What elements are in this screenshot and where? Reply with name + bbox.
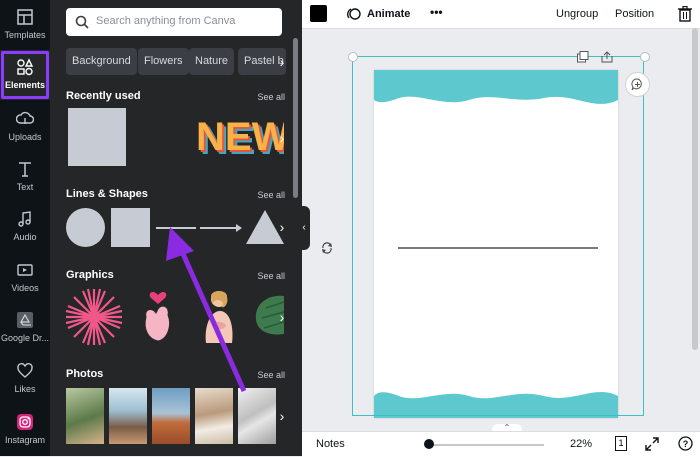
- section-title-lines-shapes: Lines & Shapes: [66, 188, 148, 200]
- sidebar-item-likes[interactable]: Likes: [0, 354, 50, 404]
- see-all-photos[interactable]: See all: [257, 370, 285, 380]
- elements-icon: [17, 58, 34, 76]
- search-placeholder: Search anything from Canva: [96, 15, 236, 27]
- chip-flowers[interactable]: Flowers: [138, 48, 189, 75]
- graphics-scroll-right-icon[interactable]: ›: [275, 303, 289, 331]
- canvas-scrollbar[interactable]: [692, 28, 698, 350]
- photos-scroll-right-icon[interactable]: ›: [275, 402, 289, 430]
- notes-button[interactable]: Notes: [316, 438, 345, 450]
- elements-panel: Search anything from Canva Background Fl…: [50, 0, 302, 456]
- sidebar-item-google-drive[interactable]: Google Dr...: [0, 303, 50, 353]
- collapse-panel-button[interactable]: ‹: [298, 206, 310, 250]
- animate-button[interactable]: Animate: [367, 8, 410, 20]
- instagram-icon: [17, 414, 33, 430]
- chips-scroll-right-icon[interactable]: ›: [275, 48, 289, 76]
- see-all-lines-shapes[interactable]: See all: [257, 190, 285, 200]
- sidebar-item-label: Videos: [11, 283, 39, 293]
- sidebar-item-label: Elements: [4, 80, 46, 90]
- sidebar-item-label: Audio: [13, 232, 37, 242]
- recent-scroll-right-icon[interactable]: ›: [275, 124, 289, 152]
- svg-text:NEW: NEW: [198, 115, 284, 159]
- square-shape[interactable]: [111, 208, 150, 247]
- sidebar-item-audio[interactable]: Audio: [0, 202, 50, 252]
- panel-scrollbar[interactable]: [293, 38, 298, 198]
- animate-icon: [347, 8, 361, 20]
- sidebar-item-label: Text: [16, 182, 34, 192]
- section-title-photos: Photos: [66, 368, 104, 380]
- search-input[interactable]: Search anything from Canva: [66, 8, 282, 36]
- photo-thumbnail[interactable]: [238, 388, 276, 444]
- sidebar-item-text[interactable]: Text: [0, 152, 50, 202]
- zoom-level[interactable]: 22%: [570, 438, 592, 450]
- heart-hand-graphic[interactable]: [138, 287, 178, 345]
- resize-handle[interactable]: [348, 52, 358, 62]
- new-text-graphic: NEW NEW NEW: [196, 115, 294, 163]
- line-shape[interactable]: [156, 227, 196, 229]
- templates-icon: [17, 9, 33, 25]
- see-all-graphics[interactable]: See all: [257, 271, 285, 281]
- sidebar-item-elements[interactable]: Elements: [0, 50, 50, 100]
- selection-frame: [352, 56, 644, 416]
- sidebar-item-videos[interactable]: Videos: [0, 253, 50, 303]
- sidebar-item-uploads[interactable]: Uploads: [0, 102, 50, 152]
- sidebar-item-label: Instagram: [4, 435, 46, 445]
- search-icon: [75, 15, 89, 29]
- left-rail: Templates Elements Uploads Text Audio Vi…: [0, 0, 50, 456]
- duplicate-icon[interactable]: [577, 51, 589, 63]
- google-drive-icon: [17, 312, 33, 328]
- zoom-slider-knob[interactable]: [424, 439, 434, 449]
- recent-new-graphic[interactable]: NEW NEW NEW: [196, 108, 294, 166]
- shapes-scroll-right-icon[interactable]: ›: [275, 213, 289, 241]
- sidebar-item-label: Google Dr...: [0, 333, 50, 343]
- help-icon[interactable]: ?: [678, 436, 693, 451]
- section-title-recently-used: Recently used: [66, 90, 141, 102]
- more-options-button[interactable]: •••: [430, 5, 443, 19]
- videos-icon: [17, 264, 33, 276]
- editor-toolbar: Animate ••• Ungroup Position: [302, 0, 700, 29]
- arrow-line-shape[interactable]: [200, 222, 242, 234]
- add-comment-button[interactable]: [625, 72, 650, 97]
- editor-footer: Notes 22% 1 ?: [302, 431, 700, 457]
- photo-thumbnail[interactable]: [66, 388, 104, 444]
- chip-background[interactable]: Background: [66, 48, 137, 75]
- recent-square-shape[interactable]: [68, 108, 126, 166]
- zoom-slider-track[interactable]: [427, 444, 544, 446]
- ungroup-button[interactable]: Ungroup: [556, 8, 598, 20]
- uploads-icon: [16, 111, 34, 124]
- heart-icon: [17, 363, 33, 378]
- text-icon: [19, 162, 31, 177]
- sidebar-item-label: Uploads: [8, 132, 42, 142]
- photo-thumbnail[interactable]: [152, 388, 190, 444]
- comment-icon: [631, 78, 642, 91]
- chip-nature[interactable]: Nature: [189, 48, 235, 75]
- sidebar-item-label: Likes: [14, 384, 36, 394]
- photo-thumbnail[interactable]: [195, 388, 233, 444]
- color-swatch[interactable]: [310, 5, 327, 22]
- sidebar-item-templates[interactable]: Templates: [0, 0, 50, 50]
- page-count: 1: [618, 438, 624, 448]
- sunburst-graphic[interactable]: [64, 287, 124, 347]
- svg-text:?: ?: [683, 439, 689, 449]
- rotate-icon[interactable]: [320, 241, 334, 255]
- trash-icon[interactable]: [678, 6, 692, 22]
- woman-figure-graphic[interactable]: [198, 287, 238, 345]
- photo-thumbnail[interactable]: [109, 388, 147, 444]
- page-count-button[interactable]: 1: [615, 436, 627, 451]
- share-icon[interactable]: [601, 51, 613, 63]
- sidebar-item-label: Templates: [4, 30, 46, 40]
- see-all-recently-used[interactable]: See all: [257, 92, 285, 102]
- circle-shape[interactable]: [66, 208, 105, 247]
- fullscreen-icon[interactable]: [645, 437, 659, 451]
- sidebar-item-instagram[interactable]: Instagram: [0, 405, 50, 455]
- section-title-graphics: Graphics: [66, 269, 114, 281]
- audio-icon: [18, 211, 31, 227]
- resize-handle[interactable]: [640, 52, 650, 62]
- position-button[interactable]: Position: [615, 8, 654, 20]
